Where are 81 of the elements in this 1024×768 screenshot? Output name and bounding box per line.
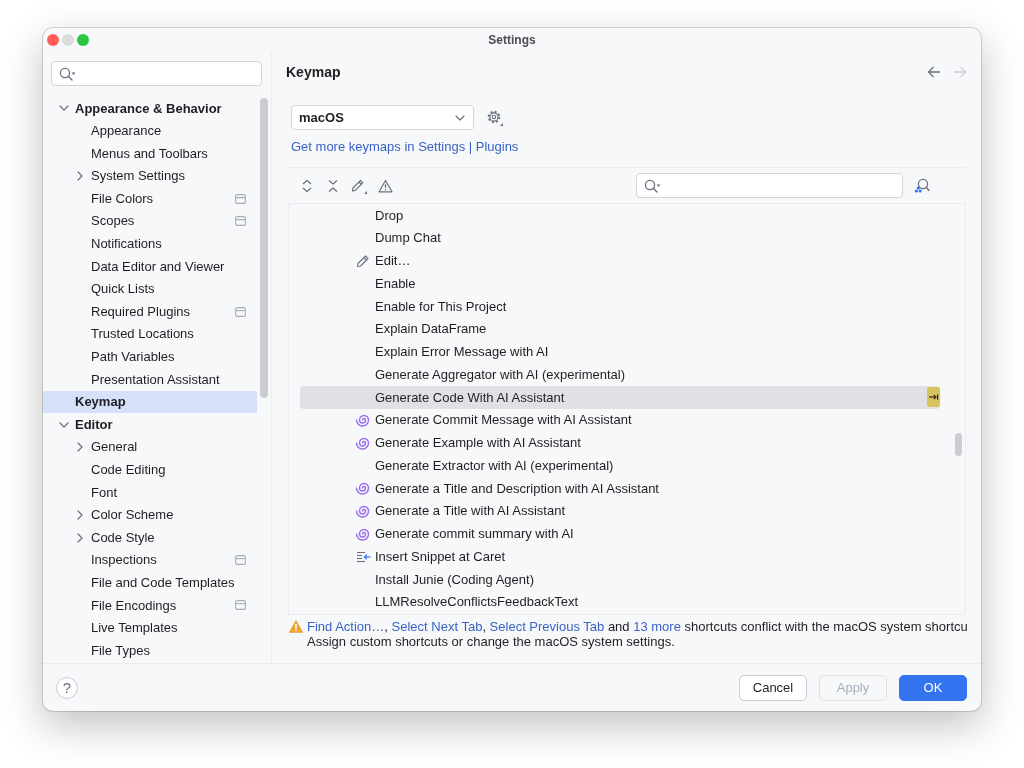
- conflict-hint: Assign custom shortcuts or change the macOS system settings.: [307, 634, 676, 649]
- spiral-icon: [356, 481, 370, 496]
- sidebar-item[interactable]: Required Plugins: [43, 300, 257, 323]
- chevron-right-icon[interactable]: [75, 171, 85, 182]
- action-row[interactable]: Insert Snippet at Caret: [300, 545, 940, 568]
- sidebar-item[interactable]: File Colors: [43, 187, 257, 210]
- spiral-icon: [356, 526, 370, 541]
- keymap-dropdown[interactable]: macOS: [291, 105, 474, 130]
- action-row[interactable]: Generate Extractor with AI (experimental): [300, 454, 940, 477]
- action-row[interactable]: Generate Example with AI Assistant: [300, 431, 940, 455]
- action-row[interactable]: Dump Chat: [300, 226, 940, 250]
- more-keymaps-link[interactable]: Get more keymaps in Settings | Plugins: [291, 139, 519, 155]
- spiral-icon: [356, 413, 370, 428]
- chevron-right-icon[interactable]: [75, 442, 85, 453]
- action-row[interactable]: Drop: [300, 204, 940, 227]
- sidebar-item[interactable]: Scopes: [43, 209, 257, 233]
- search-icon: [644, 178, 661, 193]
- action-row[interactable]: Explain Error Message with AI: [300, 340, 940, 364]
- gear-icon[interactable]: [487, 109, 503, 126]
- sidebar-item[interactable]: Path Variables: [43, 345, 257, 369]
- sidebar-item[interactable]: Font: [43, 481, 257, 504]
- lines-arrow-icon: [355, 549, 371, 564]
- search-field[interactable]: [636, 173, 903, 198]
- sidebar-item[interactable]: System Settings: [43, 164, 257, 188]
- sidebar-item[interactable]: Appearance & Behavior: [43, 97, 257, 120]
- action-row[interactable]: Generate Commit Message with AI Assistant: [300, 408, 940, 432]
- sidebar-item[interactable]: Notifications: [43, 232, 257, 256]
- chevron-right-icon[interactable]: [75, 532, 85, 543]
- chevron-right-icon[interactable]: [75, 510, 85, 520]
- sidebar-item[interactable]: Quick Lists: [43, 277, 257, 301]
- sidebar-item[interactable]: Keymap: [43, 390, 257, 414]
- shortcut-link[interactable]: Select Previous Tab: [489, 619, 605, 634]
- back-arrow-icon[interactable]: [927, 66, 941, 78]
- spiral-icon: [356, 435, 370, 450]
- sidebar-item[interactable]: Presentation Assistant: [43, 368, 257, 391]
- expand-all-icon[interactable]: [300, 178, 314, 193]
- pencil-icon[interactable]: [351, 177, 367, 194]
- window-close-icon[interactable]: [47, 34, 59, 46]
- window-title: Settings: [488, 32, 536, 48]
- sidebar-item[interactable]: File Types: [43, 639, 257, 662]
- action-row[interactable]: LLMResolveConflictsFeedbackText: [300, 590, 940, 614]
- action-row[interactable]: Install Junie (Coding Agent): [300, 568, 940, 591]
- action-row[interactable]: Generate a Title and Description with AI Assistant: [300, 477, 940, 500]
- shortcut-link[interactable]: Find Action…: [307, 619, 385, 634]
- shortcut-link[interactable]: 13 more: [633, 619, 681, 634]
- ok-button[interactable]: OK: [899, 674, 967, 701]
- sidebar-item[interactable]: Code Style: [43, 526, 257, 549]
- action-row[interactable]: Explain DataFrame: [300, 317, 940, 341]
- sidebar-item[interactable]: Appearance: [43, 119, 257, 143]
- cancel-button[interactable]: Cancel: [739, 674, 807, 701]
- sidebar-item[interactable]: File and Code Templates: [43, 571, 257, 595]
- sidebar-item[interactable]: Data Editor and Viewer: [43, 255, 257, 278]
- magnifier-dots-icon[interactable]: [914, 178, 930, 193]
- pencil-icon: [356, 253, 370, 268]
- spiral-icon: [356, 504, 370, 519]
- scrollbar[interactable]: [260, 98, 268, 398]
- action-row[interactable]: Generate a Title with AI Assistant: [300, 499, 940, 523]
- action-row[interactable]: Generate Aggregator with AI (experimental): [300, 363, 940, 386]
- action-row[interactable]: Generate commit summary with AI: [300, 522, 940, 546]
- sidebar-item[interactable]: File Encodings: [43, 594, 257, 617]
- action-row[interactable]: Edit…: [300, 249, 940, 273]
- sidebar-item[interactable]: Color Scheme: [43, 503, 257, 527]
- collapse-all-icon[interactable]: [326, 178, 340, 193]
- warning-icon: [289, 620, 303, 633]
- action-row[interactable]: Enable for This Project: [300, 295, 940, 318]
- sidebar-item[interactable]: Code Editing: [43, 458, 257, 482]
- help-button[interactable]: ?: [56, 676, 78, 699]
- conflict-message: Find Action…, Select Next Tab, Select Previous Tab and 13 more shortcuts conflict with the macOS system shortcu: [307, 619, 966, 634]
- sidebar-item[interactable]: Trusted Locations: [43, 322, 257, 346]
- action-row[interactable]: Enable: [300, 272, 940, 295]
- search-icon: [59, 66, 76, 81]
- sidebar-item[interactable]: Editor: [43, 413, 257, 436]
- sidebar-item[interactable]: Menus and Toolbars: [43, 142, 257, 165]
- page-title: Keymap: [286, 63, 341, 81]
- sidebar-item[interactable]: Inspections: [43, 548, 257, 572]
- action-row[interactable]: Generate Code With AI Assistant: [300, 386, 940, 409]
- scrollbar[interactable]: [955, 433, 962, 456]
- warning-icon[interactable]: [377, 178, 393, 193]
- sidebar-item[interactable]: Live Templates: [43, 616, 257, 640]
- sidebar-item[interactable]: General: [43, 435, 257, 459]
- search-field[interactable]: [51, 61, 262, 86]
